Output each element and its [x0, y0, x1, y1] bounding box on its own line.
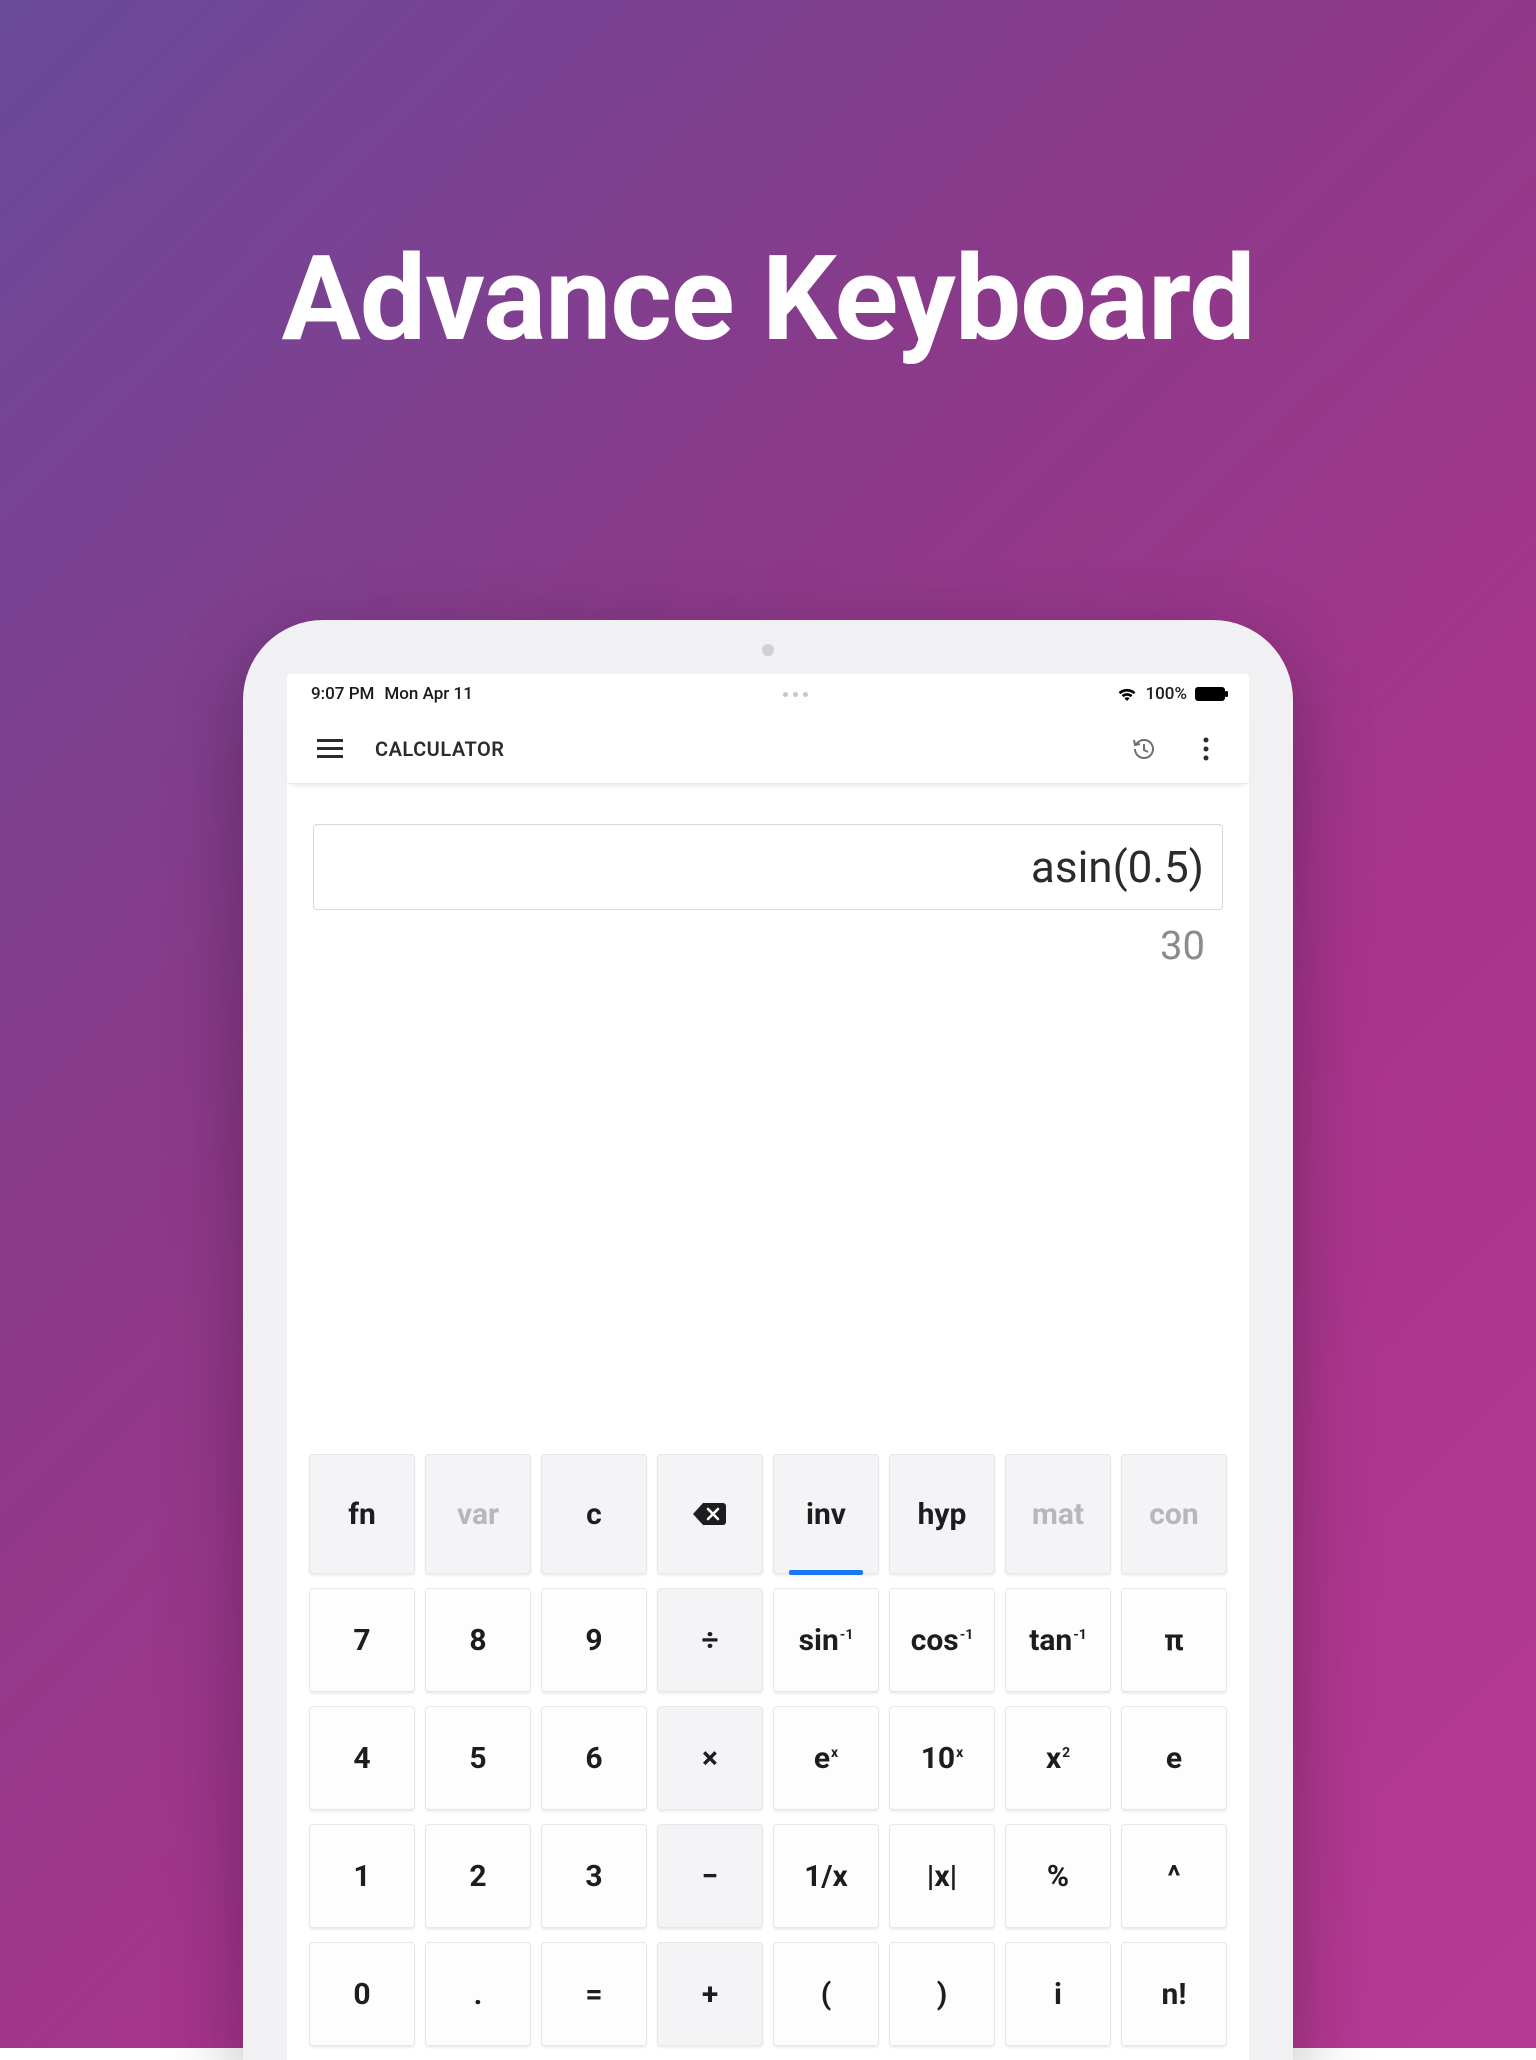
backspace-icon	[692, 1501, 728, 1527]
percent-key[interactable]: %	[1005, 1824, 1111, 1928]
mat-key[interactable]: mat	[1005, 1454, 1111, 1574]
acos-key[interactable]: cos-1	[889, 1588, 995, 1692]
square-key[interactable]: x2	[1005, 1706, 1111, 1810]
keypad-row-3: 1 2 3 − 1/x |x| % ^	[309, 1824, 1227, 1928]
close-paren-key[interactable]: )	[889, 1942, 995, 2046]
multiply-key[interactable]: ×	[657, 1706, 763, 1810]
battery-percent: 100%	[1145, 684, 1187, 704]
history-icon[interactable]	[1127, 732, 1161, 766]
screen: 9:07 PM Mon Apr 11 100%	[287, 674, 1249, 2060]
function-row: fn var c inv hyp mat con	[309, 1454, 1227, 1574]
epow-key[interactable]: ex	[773, 1706, 879, 1810]
digit-1-key[interactable]: 1	[309, 1824, 415, 1928]
fn-key[interactable]: fn	[309, 1454, 415, 1574]
reciprocal-key[interactable]: 1/x	[773, 1824, 879, 1928]
app-title: CALCULATOR	[375, 737, 504, 761]
tablet-camera	[762, 644, 774, 656]
digit-6-key[interactable]: 6	[541, 1706, 647, 1810]
expression-input[interactable]: asin(0.5)	[313, 824, 1223, 910]
digit-9-key[interactable]: 9	[541, 1588, 647, 1692]
multitask-dots-icon	[783, 692, 808, 697]
keypad-row-1: 7 8 9 ÷ sin-1 cos-1 tan-1 π	[309, 1588, 1227, 1692]
keypad: fn var c inv hyp mat con 7 8	[287, 969, 1249, 2060]
more-icon[interactable]	[1189, 732, 1223, 766]
digit-8-key[interactable]: 8	[425, 1588, 531, 1692]
menu-icon[interactable]	[313, 732, 347, 766]
pi-key[interactable]: π	[1121, 1588, 1227, 1692]
status-bar: 9:07 PM Mon Apr 11 100%	[287, 674, 1249, 714]
open-paren-key[interactable]: (	[773, 1942, 879, 2046]
minus-key[interactable]: −	[657, 1824, 763, 1928]
digit-5-key[interactable]: 5	[425, 1706, 531, 1810]
app-toolbar: CALCULATOR	[287, 714, 1249, 784]
imaginary-key[interactable]: i	[1005, 1942, 1111, 2046]
divide-key[interactable]: ÷	[657, 1588, 763, 1692]
result-value: 30	[313, 910, 1223, 969]
tablet-frame: 9:07 PM Mon Apr 11 100%	[243, 620, 1293, 2060]
calculator-display: asin(0.5) 30	[287, 784, 1249, 969]
promo-headline: Advance Keyboard	[0, 230, 1536, 368]
plus-key[interactable]: +	[657, 1942, 763, 2046]
status-date: Mon Apr 11	[384, 684, 472, 704]
digit-7-key[interactable]: 7	[309, 1588, 415, 1692]
abs-key[interactable]: |x|	[889, 1824, 995, 1928]
decimal-key[interactable]: .	[425, 1942, 531, 2046]
keypad-row-4: 0 . = + ( ) i n!	[309, 1942, 1227, 2046]
wifi-icon	[1117, 687, 1137, 702]
digit-3-key[interactable]: 3	[541, 1824, 647, 1928]
digit-0-key[interactable]: 0	[309, 1942, 415, 2046]
factorial-key[interactable]: n!	[1121, 1942, 1227, 2046]
backspace-key[interactable]	[657, 1454, 763, 1574]
clear-key[interactable]: c	[541, 1454, 647, 1574]
digit-4-key[interactable]: 4	[309, 1706, 415, 1810]
tenpow-key[interactable]: 10x	[889, 1706, 995, 1810]
e-key[interactable]: e	[1121, 1706, 1227, 1810]
battery-icon	[1195, 687, 1225, 701]
inv-key[interactable]: inv	[773, 1454, 879, 1574]
equals-key[interactable]: =	[541, 1942, 647, 2046]
hyp-key[interactable]: hyp	[889, 1454, 995, 1574]
con-key[interactable]: con	[1121, 1454, 1227, 1574]
keypad-row-2: 4 5 6 × ex 10x x2 e	[309, 1706, 1227, 1810]
status-time: 9:07 PM	[311, 684, 374, 704]
digit-2-key[interactable]: 2	[425, 1824, 531, 1928]
atan-key[interactable]: tan-1	[1005, 1588, 1111, 1692]
asin-key[interactable]: sin-1	[773, 1588, 879, 1692]
power-key[interactable]: ^	[1121, 1824, 1227, 1928]
var-key[interactable]: var	[425, 1454, 531, 1574]
